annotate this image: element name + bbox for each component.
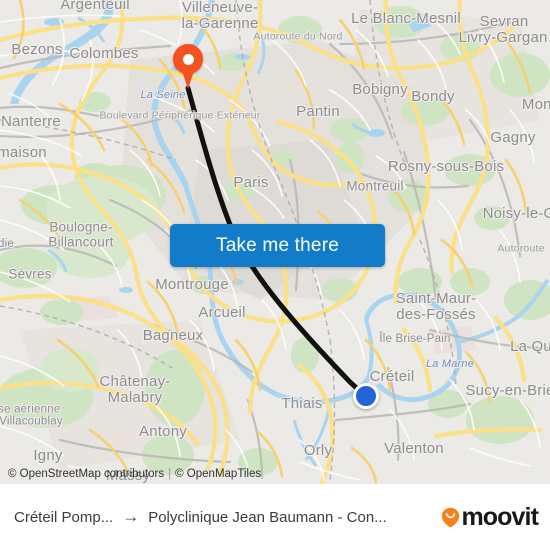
attribution-osm-link[interactable]: © OpenStreetMap contributors xyxy=(8,468,164,480)
moovit-wordmark: moovit xyxy=(461,502,538,531)
attribution-separator: | xyxy=(168,468,172,480)
map-attribution: © OpenStreetMap contributors | © OpenMap… xyxy=(0,464,550,484)
map-canvas[interactable]: .grn { fill:#cfe4c2; } .grn2 { fill:#d7e… xyxy=(0,0,550,484)
moovit-logo[interactable]: moovit xyxy=(433,502,539,531)
arrow-right-icon: → xyxy=(122,507,140,526)
footer-route-summary: Créteil Pomp... → Polyclinique Jean Baum… xyxy=(14,507,433,527)
destination-location-dot-icon[interactable] xyxy=(353,383,379,409)
moovit-route-map-screen: .grn { fill:#cfe4c2; } .grn2 { fill:#d7e… xyxy=(0,0,550,550)
footer-destination-label: Polyclinique Jean Baumann - Con... xyxy=(148,508,387,526)
footer-origin-label: Créteil Pomp... xyxy=(14,508,114,526)
attribution-tiles-link[interactable]: © OpenMapTiles xyxy=(175,468,261,480)
route-footer-bar: Créteil Pomp... → Polyclinique Jean Baum… xyxy=(0,484,550,550)
pin-hole xyxy=(182,53,194,65)
take-me-there-button[interactable]: Take me there xyxy=(170,224,385,267)
moovit-pin-icon xyxy=(442,507,460,527)
